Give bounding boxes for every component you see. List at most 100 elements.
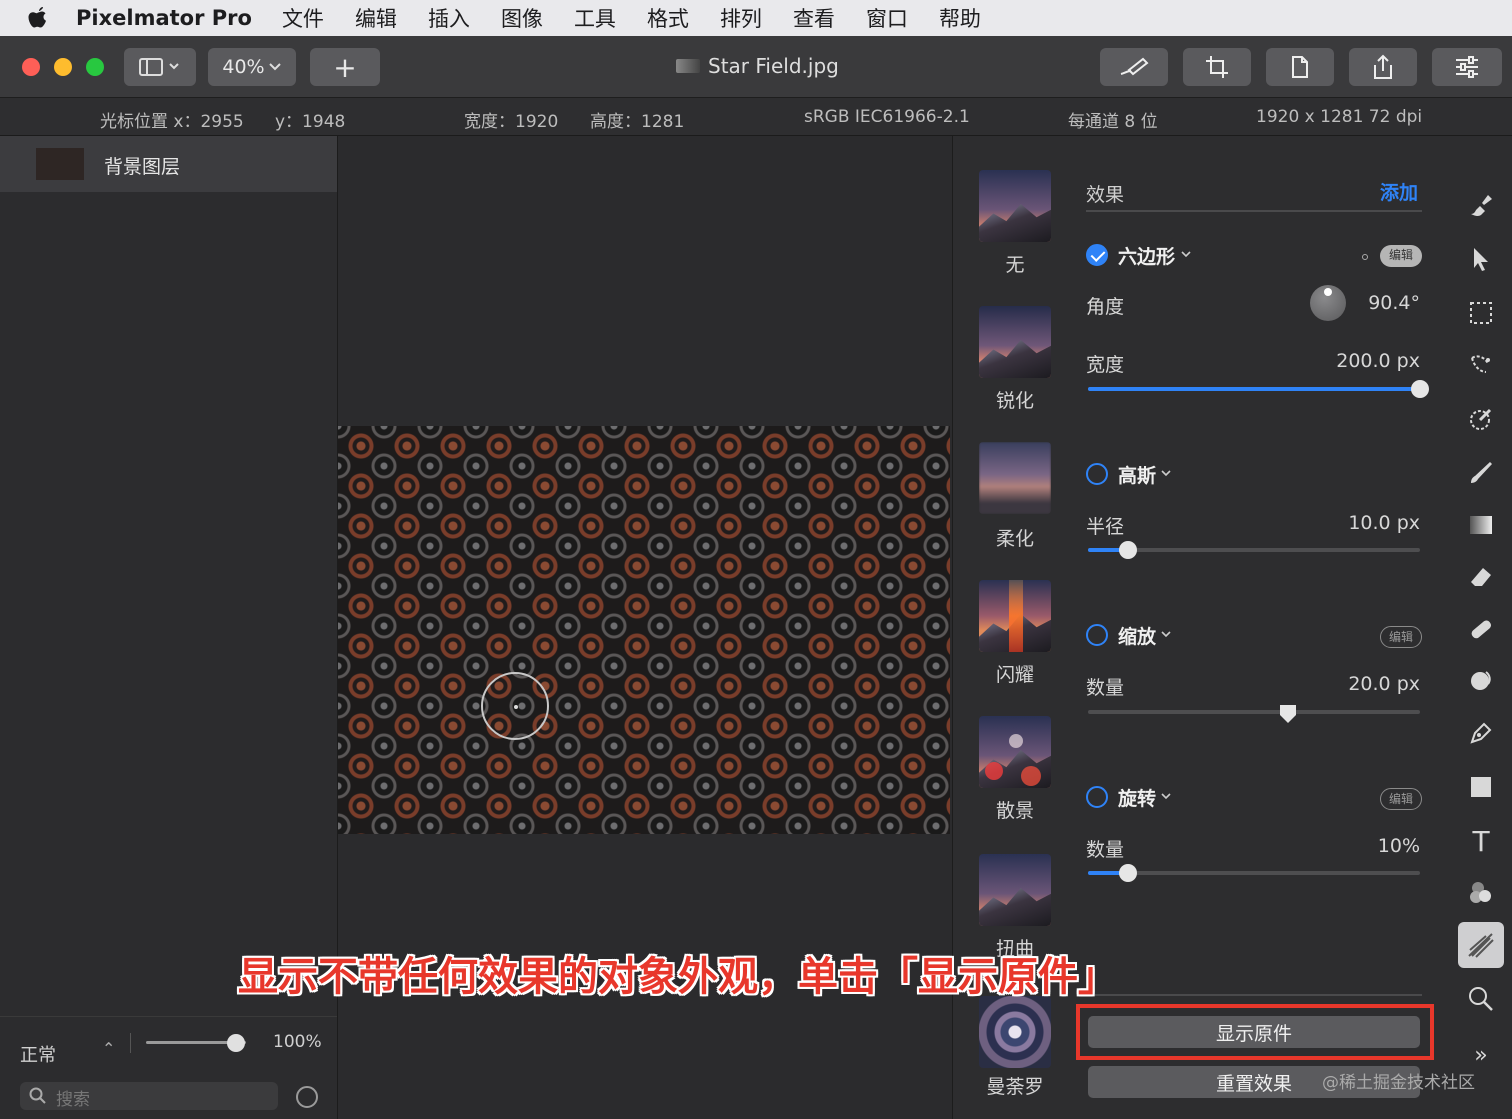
effects-tool-icon[interactable] — [1466, 930, 1496, 960]
image-height-readout: 高度：1281 — [590, 112, 685, 132]
gaussian-effect-name[interactable]: 高斯 — [1118, 461, 1156, 488]
apple-icon[interactable] — [0, 6, 76, 30]
rotate-enable-checkbox[interactable] — [1086, 786, 1108, 808]
add-effect-button[interactable]: 添加 — [1380, 178, 1418, 205]
preset-thumb-none[interactable] — [979, 170, 1051, 242]
preset-label-none: 无 — [1005, 254, 1025, 276]
angle-label: 角度 — [1086, 296, 1125, 318]
zoom-level-dropdown[interactable]: 40% — [208, 48, 296, 86]
layer-row-background[interactable]: 背景图层 — [0, 136, 337, 192]
rotate-amount-slider[interactable] — [1088, 871, 1420, 875]
gradient-tool-icon[interactable] — [1466, 510, 1496, 540]
color-picker-tool-icon[interactable] — [1466, 404, 1496, 434]
updown-chevron-icon[interactable]: ⌃ — [102, 1039, 115, 1058]
radius-slider-knob[interactable] — [1118, 541, 1137, 559]
preset-thumb-sharpen[interactable] — [979, 306, 1051, 378]
radius-value[interactable]: 10.0 px — [1300, 512, 1420, 534]
rotate-effect-name[interactable]: 旋转 — [1118, 784, 1156, 811]
eraser-tool-icon[interactable] — [1466, 562, 1496, 592]
zoom-effect-name[interactable]: 缩放 — [1118, 622, 1156, 649]
paint-tool-button[interactable] — [1100, 48, 1168, 86]
arrange-tool-icon[interactable] — [1466, 244, 1496, 274]
crop-button[interactable] — [1183, 48, 1251, 86]
blend-mode-select[interactable]: 正常 — [20, 1041, 56, 1067]
radius-slider[interactable] — [1088, 548, 1420, 552]
color-adjust-tool-icon[interactable] — [1466, 878, 1496, 908]
sidebar-icon — [139, 58, 179, 76]
rotate-amount-value[interactable]: 10% — [1300, 835, 1420, 857]
close-window-button[interactable] — [22, 58, 40, 76]
repair-tool-icon[interactable] — [1466, 614, 1496, 644]
zoom-tool-icon[interactable] — [1466, 984, 1496, 1014]
zoom-amount-slider-knob[interactable] — [1278, 703, 1298, 725]
cursor-y-readout: y：1948 — [275, 112, 346, 132]
angle-value[interactable]: 90.4° — [1340, 292, 1420, 314]
bit-depth-readout: 每通道 8 位 — [1068, 112, 1158, 132]
preset-thumb-soften[interactable] — [979, 442, 1051, 514]
filter-icon[interactable] — [296, 1086, 318, 1108]
preset-sky — [979, 442, 1051, 514]
effects-header: 效果 — [1086, 184, 1125, 206]
layer-thumbnail — [36, 148, 84, 180]
image-canvas[interactable] — [338, 426, 950, 834]
menu-help[interactable]: 帮助 — [939, 3, 981, 33]
gaussian-enable-checkbox[interactable] — [1086, 463, 1108, 485]
rotate-amount-slider-knob[interactable] — [1118, 864, 1137, 882]
document-title: Star Field.jpg — [676, 54, 839, 78]
style-tool-icon[interactable] — [1466, 190, 1496, 220]
preset-thumb-distort[interactable] — [979, 854, 1051, 926]
chevron-down-icon[interactable] — [1160, 469, 1172, 479]
width-slider-knob[interactable] — [1411, 380, 1429, 398]
chevron-down-icon[interactable] — [1180, 250, 1192, 260]
minimize-window-button[interactable] — [54, 58, 72, 76]
selection-tool-icon[interactable] — [1466, 298, 1496, 328]
width-value[interactable]: 200.0 px — [1300, 350, 1420, 372]
menu-image[interactable]: 图像 — [501, 3, 543, 33]
preset-thumb-glow[interactable] — [979, 580, 1051, 652]
adjustments-button[interactable] — [1432, 48, 1502, 86]
menu-format[interactable]: 格式 — [647, 3, 689, 33]
sliders-icon — [1456, 56, 1478, 78]
zoom-edit-button[interactable]: 编辑 — [1380, 626, 1422, 648]
opacity-slider-knob[interactable] — [227, 1034, 245, 1052]
layer-search-field[interactable]: 搜索 — [20, 1082, 278, 1110]
crop-icon — [1206, 56, 1228, 78]
shape-tool-icon[interactable] — [1466, 772, 1496, 802]
format-button[interactable] — [1266, 48, 1334, 86]
chevron-down-icon[interactable] — [1160, 792, 1172, 802]
zoom-amount-value[interactable]: 20.0 px — [1300, 673, 1420, 695]
menu-file[interactable]: 文件 — [282, 3, 324, 33]
chevron-down-icon[interactable] — [1160, 630, 1172, 640]
zoom-amount-slider[interactable] — [1088, 710, 1420, 714]
menu-window[interactable]: 窗口 — [866, 3, 908, 33]
zoom-amount-label: 数量 — [1086, 677, 1125, 699]
menu-view[interactable]: 查看 — [793, 3, 835, 33]
menu-edit[interactable]: 编辑 — [355, 3, 397, 33]
preset-label-soften: 柔化 — [995, 528, 1034, 550]
distort-tool-icon[interactable] — [1466, 666, 1496, 696]
width-slider-fill — [1088, 387, 1420, 391]
menu-tools[interactable]: 工具 — [574, 3, 616, 33]
hexagon-enable-checkbox[interactable] — [1086, 244, 1108, 266]
share-button[interactable] — [1349, 48, 1417, 86]
zoom-enable-checkbox[interactable] — [1086, 624, 1108, 646]
add-button[interactable]: + — [310, 48, 380, 86]
preset-thumb-mandala[interactable] — [979, 996, 1051, 1068]
rotate-edit-button[interactable]: 编辑 — [1380, 788, 1422, 810]
preset-thumb-bokeh[interactable] — [979, 716, 1051, 788]
magic-wand-tool-icon[interactable] — [1466, 350, 1496, 380]
more-tools-icon[interactable]: » — [1466, 1040, 1496, 1070]
pen-tool-icon[interactable] — [1466, 718, 1496, 748]
paint-tool-icon[interactable] — [1466, 458, 1496, 488]
zoom-window-button[interactable] — [86, 58, 104, 76]
buttons-divider — [1086, 994, 1422, 996]
hexagon-effect-name[interactable]: 六边形 — [1118, 242, 1175, 269]
text-tool-icon[interactable]: T — [1466, 825, 1496, 858]
sidebar-toggle-button[interactable] — [124, 48, 196, 86]
menu-insert[interactable]: 插入 — [428, 3, 470, 33]
menu-arrange[interactable]: 排列 — [720, 3, 762, 33]
hexagon-edit-button[interactable]: 编辑 — [1380, 245, 1422, 267]
effect-center-handle[interactable] — [481, 672, 549, 740]
preset-label-sharpen: 锐化 — [995, 390, 1034, 412]
menu-app-name[interactable]: Pixelmator Pro — [76, 6, 252, 30]
